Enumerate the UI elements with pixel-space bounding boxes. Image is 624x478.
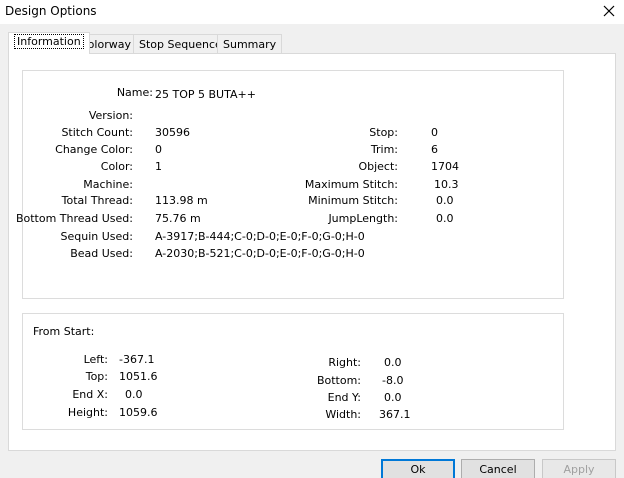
trim-label: Trim:	[370, 143, 398, 156]
end-y-value: 0.0	[384, 391, 402, 404]
tab-stop-sequence-label: Stop Sequence	[139, 38, 222, 51]
tab-information-label: Information	[14, 34, 84, 49]
tab-summary[interactable]: Summary	[217, 34, 283, 53]
jump-length-value: 0.0	[436, 212, 454, 225]
top-label: Top:	[85, 370, 108, 383]
tab-stop-sequence[interactable]: Stop Sequence	[133, 34, 228, 53]
bead-used-value: A-2030;B-521;C-0;D-0;E-0;F-0;G-0;H-0	[155, 247, 365, 260]
bead-used-label: Bead Used:	[70, 247, 133, 260]
cancel-button[interactable]: Cancel	[461, 459, 535, 478]
close-icon[interactable]	[600, 2, 618, 20]
object-label: Object:	[358, 160, 398, 173]
total-thread-value: 113.98 m	[155, 194, 208, 207]
name-label: Name:	[116, 86, 153, 99]
total-thread-label: Total Thread:	[61, 194, 133, 207]
bottom-thread-label: Bottom Thread Used:	[15, 212, 133, 225]
end-x-value: 0.0	[125, 388, 143, 401]
maximum-stitch-label: Maximum Stitch:	[304, 178, 398, 191]
apply-button[interactable]: Apply	[542, 459, 616, 478]
maximum-stitch-value: 10.3	[434, 178, 459, 191]
height-value: 1059.6	[119, 406, 158, 419]
tab-information[interactable]: Information	[8, 32, 90, 54]
object-value: 1704	[431, 160, 459, 173]
color-value: 1	[155, 160, 162, 173]
version-label: Version:	[88, 109, 133, 122]
name-value: 25 TOP 5 BUTA++	[155, 88, 256, 101]
sequin-used-value: A-3917;B-444;C-0;D-0;E-0;F-0;G-0;H-0	[155, 230, 365, 243]
left-label: Left:	[83, 353, 108, 366]
right-value: 0.0	[384, 356, 402, 369]
ok-button[interactable]: Ok	[381, 459, 455, 478]
top-value: 1051.6	[119, 370, 158, 383]
width-label: Width:	[325, 408, 361, 421]
color-label: Color:	[100, 160, 133, 173]
bottom-thread-value: 75.76 m	[155, 212, 201, 225]
minimum-stitch-label: Minimum Stitch:	[308, 194, 398, 207]
minimum-stitch-value: 0.0	[436, 194, 454, 207]
change-color-value: 0	[155, 143, 162, 156]
trim-value: 6	[431, 143, 438, 156]
from-start-group: From Start: Left: -367.1 Top: 1051.6 End…	[22, 313, 564, 430]
title-bar: Design Options	[0, 0, 624, 24]
change-color-label: Change Color:	[55, 143, 133, 156]
width-value: 367.1	[379, 408, 411, 421]
from-start-heading: From Start:	[33, 325, 95, 338]
stop-label: Stop:	[369, 126, 398, 139]
stitch-count-label: Stitch Count:	[61, 126, 133, 139]
bottom-value: -8.0	[382, 374, 404, 387]
jump-length-label: JumpLength:	[328, 212, 398, 225]
tab-summary-label: Summary	[223, 38, 277, 51]
bottom-label: Bottom:	[316, 374, 361, 387]
height-label: Height:	[67, 406, 108, 419]
left-value: -367.1	[119, 353, 155, 366]
end-y-label: End Y:	[327, 391, 361, 404]
design-info-group: Name: 25 TOP 5 BUTA++ Version: Stitch Co…	[16, 70, 564, 299]
end-x-label: End X:	[72, 388, 108, 401]
machine-label: Machine:	[83, 178, 133, 191]
right-label: Right:	[328, 356, 361, 369]
stop-value: 0	[431, 126, 438, 139]
window-title: Design Options	[5, 4, 97, 18]
sequin-used-label: Sequin Used:	[60, 230, 133, 243]
stitch-count-value: 30596	[155, 126, 190, 139]
